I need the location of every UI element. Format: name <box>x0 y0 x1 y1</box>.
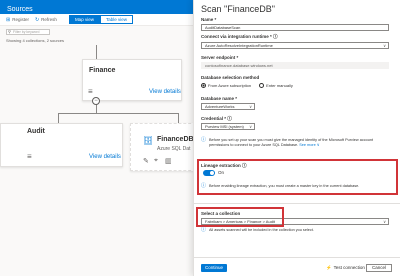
chevron-down-icon: ∨ <box>249 124 252 129</box>
refresh-button[interactable]: ↻ Refresh <box>35 17 57 23</box>
scan-panel: Scan "FinanceDB" Name * AuditDatabaseSca… <box>193 0 400 276</box>
view-details-link[interactable]: View details <box>89 154 121 160</box>
credential-info-message: Before you set up your scan you must giv… <box>209 138 374 147</box>
radio-label: Enter manually <box>266 83 293 88</box>
chart-icon[interactable]: ▥ <box>165 157 172 165</box>
table-view-button[interactable]: Table view <box>99 15 133 24</box>
radio-label: From Azure subscription <box>208 83 252 88</box>
node-title: FinanceDB <box>157 136 194 143</box>
list-icon[interactable]: ≡ <box>27 152 32 161</box>
test-connection-button[interactable]: ⚡ Test connection <box>326 264 365 272</box>
database-name-select[interactable]: AdventureWorks ∨ <box>201 103 255 110</box>
node-title: Audit <box>27 128 45 135</box>
panel-title: Scan "FinanceDB" <box>201 4 275 14</box>
sources-toolbar: ⊞ Register ↻ Refresh Map view Table view <box>0 14 193 26</box>
radio-selected-icon <box>201 83 206 88</box>
connector-line <box>178 113 179 123</box>
register-button[interactable]: ⊞ Register <box>6 17 29 23</box>
runtime-value: Azure AutoResolveIntegrationRuntime <box>205 43 273 48</box>
database-name-value: AdventureWorks <box>205 104 235 109</box>
runtime-label: Connect via integration runtime * ⓘ <box>201 34 278 39</box>
lineage-highlight-box <box>197 159 398 195</box>
name-input[interactable]: AuditDatabaseScan <box>201 24 389 31</box>
edit-icon[interactable]: ✎ <box>143 157 149 165</box>
info-icon: ⓘ <box>201 227 207 233</box>
cancel-button[interactable]: Cancel <box>366 264 392 272</box>
test-connection-label: Test connection <box>333 265 365 270</box>
map-view-button[interactable]: Map view <box>68 15 100 24</box>
info-icon: ⓘ <box>201 137 207 143</box>
node-title: Finance <box>89 67 116 74</box>
credential-select[interactable]: Purview MSI (system) ∨ <box>201 123 255 130</box>
collection-info-text: All assets scanned will be included in t… <box>209 228 314 232</box>
refresh-icon: ↻ <box>34 16 40 23</box>
radio-azure-subscription[interactable]: From Azure subscription <box>201 83 251 88</box>
connector-line <box>58 113 59 123</box>
collection-node-audit[interactable]: Audit ≡ View details <box>0 123 123 167</box>
collection-info: ⓘ All assets scanned will be included in… <box>201 228 391 233</box>
credential-info: ⓘ Before you set up your scan you must g… <box>201 138 391 148</box>
radio-unselected-icon <box>259 83 265 88</box>
refresh-label: Refresh <box>41 17 57 22</box>
filter-placeholder: Filter by keyword <box>13 30 40 34</box>
node-subtitle: Azure SQL Dat <box>157 146 191 152</box>
selection-method-label: Database selection method <box>201 75 260 80</box>
collection-node-finance[interactable]: Finance ≡ View details <box>82 59 182 101</box>
view-toggle: Map view Table view <box>68 15 133 24</box>
database-icon: 🗄 <box>143 136 154 145</box>
credential-value: Purview MSI (system) <box>205 124 244 129</box>
collection-highlight-box <box>196 207 284 227</box>
panel-footer: Continue ⚡ Test connection Cancel <box>194 257 400 276</box>
register-label: Register <box>12 17 29 22</box>
sources-title: Sources <box>7 6 33 13</box>
server-label: Server endpoint * <box>201 55 239 60</box>
collection-count: Showing 4 collections, 2 sources <box>6 38 65 43</box>
register-icon: ⊞ <box>6 16 11 23</box>
collapse-icon[interactable]: − <box>92 97 100 105</box>
list-icon[interactable]: ≡ <box>88 87 93 96</box>
credential-label: Credential * ⓘ <box>201 116 232 121</box>
source-node-financedb[interactable]: 🗄 FinanceDB Azure SQL Dat ✎ ⌖ ▥ <box>130 123 196 171</box>
see-more-link[interactable]: See more ∨ <box>299 143 319 147</box>
database-name-label: Database name * <box>201 96 238 101</box>
filter-icon: ⚲ <box>8 29 11 34</box>
view-details-link[interactable]: View details <box>149 89 181 95</box>
connector-line <box>96 45 97 59</box>
chevron-down-icon: ∨ <box>383 43 386 48</box>
server-endpoint-field: contosofinance.database.windows.net <box>201 62 389 69</box>
scan-icon[interactable]: ⌖ <box>154 157 158 165</box>
continue-button[interactable]: Continue <box>201 264 227 272</box>
filter-input[interactable]: ⚲ Filter by keyword <box>6 29 50 35</box>
sources-page: Sources ⊞ Register ↻ Refresh Map view Ta… <box>0 0 196 276</box>
divider <box>194 203 400 204</box>
credential-info-text: Before you set up your scan you must giv… <box>209 138 391 148</box>
runtime-select[interactable]: Azure AutoResolveIntegrationRuntime ∨ <box>201 42 389 49</box>
plug-icon: ⚡ <box>326 265 332 270</box>
radio-enter-manually[interactable]: Enter manually <box>259 83 293 88</box>
chevron-down-icon: ∨ <box>383 219 386 224</box>
selection-method-radios: From Azure subscription Enter manually <box>201 83 293 88</box>
name-label: Name * <box>201 17 217 22</box>
connector-line <box>58 113 178 114</box>
chevron-down-icon: ∨ <box>249 104 252 109</box>
